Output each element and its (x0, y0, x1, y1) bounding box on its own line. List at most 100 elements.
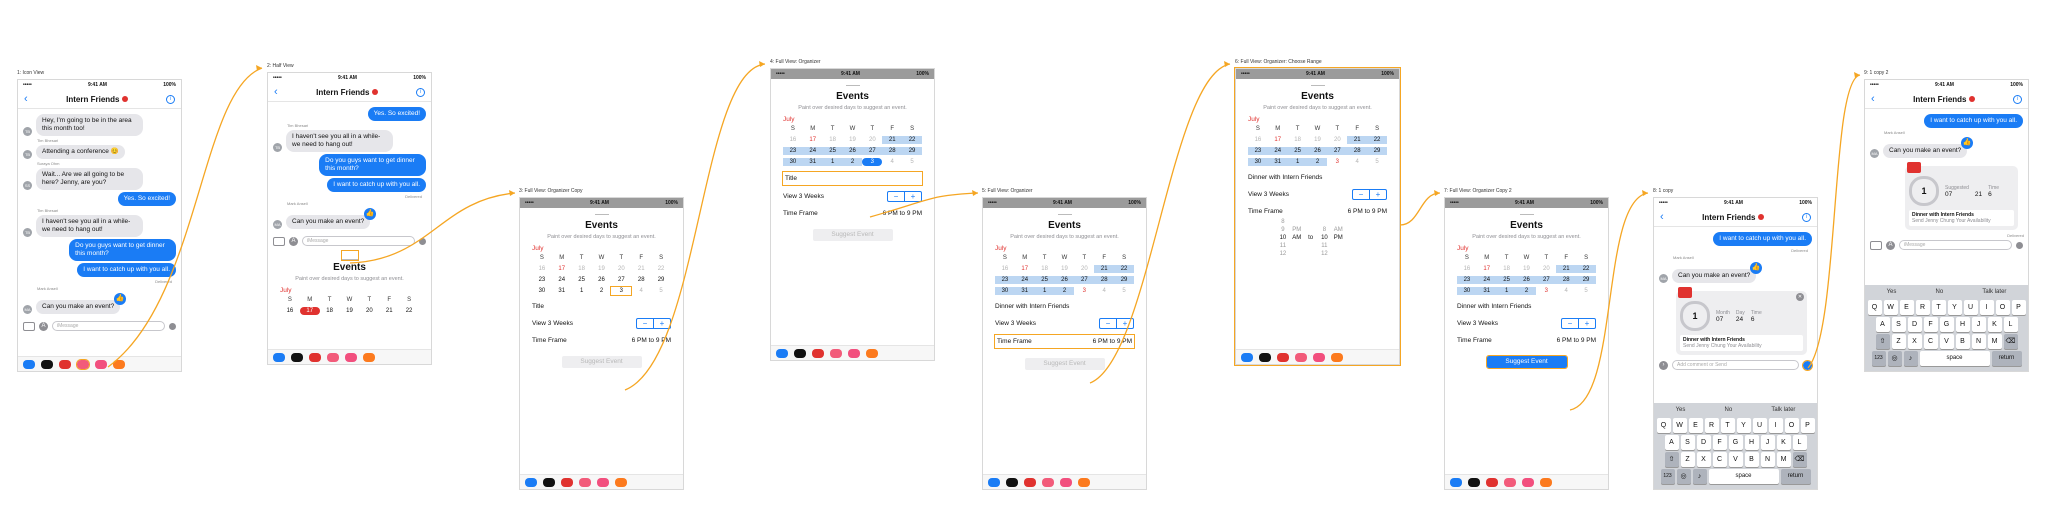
mic-icon[interactable] (419, 237, 426, 245)
calendar-app-icon[interactable] (76, 358, 90, 370)
suggest-event-button[interactable]: Suggest Event (561, 356, 642, 368)
title-field[interactable]: Title (782, 171, 923, 186)
apple-pay-icon[interactable] (41, 359, 53, 369)
info-icon[interactable]: i (2012, 94, 2022, 104)
calendar-day[interactable]: 4 (631, 287, 651, 295)
calendar-day[interactable]: 30 (1248, 158, 1268, 166)
calendar-day[interactable]: 19 (1308, 136, 1328, 144)
key[interactable]: E (1899, 300, 1914, 315)
calendar-day[interactable]: 17 (1268, 136, 1288, 144)
calendar-day[interactable]: 19 (340, 307, 360, 315)
calendar-day[interactable]: 22 (1114, 265, 1134, 273)
calendar-day[interactable]: 31 (1014, 287, 1035, 295)
calendar-day[interactable]: 24 (552, 276, 572, 284)
key[interactable]: S (1680, 435, 1695, 450)
calendar-day[interactable]: 17 (803, 136, 823, 144)
collapse-handle[interactable] (1057, 211, 1072, 215)
key[interactable]: Q (1867, 300, 1882, 315)
store-app-icon[interactable] (988, 477, 1000, 487)
store-app-icon[interactable] (273, 352, 285, 362)
calendar-day[interactable]: 27 (1074, 276, 1095, 284)
calendar-day[interactable]: 3 (610, 286, 633, 296)
suggestion[interactable]: No (1725, 407, 1733, 413)
heart-app-icon[interactable] (561, 477, 573, 487)
key[interactable]: O (1995, 300, 2010, 315)
key[interactable]: W (1672, 418, 1687, 433)
key[interactable]: B (1744, 452, 1759, 467)
calendar-day[interactable]: 3 (1327, 158, 1347, 166)
calendar-day[interactable]: 23 (532, 276, 552, 284)
event-card-sent[interactable]: 1 Suggested 07 21 Time 6 Dinner with Inter… (1905, 162, 2018, 230)
calendar-day[interactable]: 28 (631, 276, 651, 284)
weeks-stepper[interactable]: − + (887, 191, 922, 202)
calendar-day[interactable]: 24 (1476, 276, 1497, 284)
calendar-day[interactable]: 20 (1327, 136, 1347, 144)
calendar-day[interactable]: 29 (1114, 276, 1134, 284)
calendar-day[interactable]: 22 (399, 307, 419, 315)
calendar-day[interactable]: 29 (651, 276, 671, 284)
calendar-day[interactable]: 18 (320, 307, 340, 315)
store-app-icon[interactable] (776, 348, 788, 358)
key[interactable]: G (1728, 435, 1743, 450)
calendar-day[interactable]: 31 (802, 158, 823, 166)
calendar-day[interactable]: 5 (902, 158, 922, 166)
key[interactable]: R (1915, 300, 1930, 315)
key[interactable]: I (1768, 418, 1783, 433)
calendar-app-icon[interactable] (830, 348, 842, 358)
calendar-day[interactable]: 30 (1457, 287, 1477, 295)
numbers-key[interactable]: 123 (1871, 351, 1886, 366)
calendar-day[interactable]: 20 (359, 307, 379, 315)
collapse-handle[interactable] (1310, 82, 1325, 86)
calendar-day[interactable]: 1 (1496, 287, 1517, 295)
title-field[interactable]: Dinner with Intern Friends (1248, 172, 1387, 183)
calendar-day[interactable]: 23 (1457, 276, 1477, 284)
stepper-minus-button[interactable]: − (1100, 319, 1116, 328)
key[interactable]: R (1704, 418, 1719, 433)
close-icon[interactable]: ✕ (1796, 293, 1804, 301)
key[interactable]: M (1987, 334, 2002, 349)
back-icon[interactable]: ‹ (1660, 211, 1664, 223)
heart-app-icon[interactable] (812, 348, 824, 358)
calendar-day[interactable]: 23 (783, 147, 803, 155)
return-key[interactable]: return (1780, 469, 1811, 484)
calendar-day[interactable]: 1 (572, 287, 592, 295)
suggest-event-button[interactable]: Suggest Event (812, 229, 893, 241)
app-store-icon[interactable]: A (289, 236, 298, 246)
key[interactable]: T (1720, 418, 1735, 433)
search-app-icon[interactable] (95, 359, 107, 369)
calendar-day[interactable]: 27 (862, 147, 883, 155)
key[interactable]: P (1800, 418, 1815, 433)
calendar-day[interactable]: 21 (882, 136, 903, 144)
key[interactable]: U (1752, 418, 1767, 433)
calendar-day[interactable]: 26 (1054, 276, 1075, 284)
delete-key-icon[interactable]: ⌫ (1792, 452, 1807, 467)
apple-pay-icon[interactable] (1259, 352, 1271, 362)
search-app-icon[interactable] (597, 477, 609, 487)
calendar-day[interactable]: 25 (572, 276, 592, 284)
weeks-stepper[interactable]: − + (1561, 318, 1596, 329)
stepper-minus-button[interactable]: − (1562, 319, 1578, 328)
space-key[interactable]: space (1708, 469, 1779, 484)
calendar-app-icon[interactable] (327, 352, 339, 362)
calendar-day[interactable]: 17 (299, 307, 320, 315)
calendar-day[interactable]: 2 (1054, 287, 1075, 295)
key[interactable]: Z (1680, 452, 1695, 467)
globe-key-icon[interactable]: ◎ (1676, 469, 1691, 484)
key[interactable]: H (1744, 435, 1759, 450)
calendar-day[interactable]: 31 (1267, 158, 1288, 166)
key[interactable]: Y (1947, 300, 1962, 315)
globe-key-icon[interactable]: ◎ (1887, 351, 1902, 366)
search-app-icon[interactable] (1313, 352, 1325, 362)
apple-pay-icon[interactable] (794, 348, 806, 358)
key[interactable]: K (1987, 317, 2002, 332)
key[interactable]: L (1792, 435, 1807, 450)
collapse-handle[interactable] (845, 82, 860, 86)
calendar-day[interactable]: 28 (1556, 276, 1577, 284)
calendar-day[interactable]: 4 (1094, 287, 1114, 295)
calendar-day[interactable]: 1 (1287, 158, 1308, 166)
time-frame-row[interactable]: Time Frame 6 PM to 9 PM (532, 335, 671, 346)
app-store-icon[interactable]: A (1886, 240, 1895, 250)
calendar-day[interactable]: 20 (862, 136, 882, 144)
calendar-day[interactable]: 23 (1248, 147, 1268, 155)
suggestion[interactable]: No (1936, 289, 1944, 295)
